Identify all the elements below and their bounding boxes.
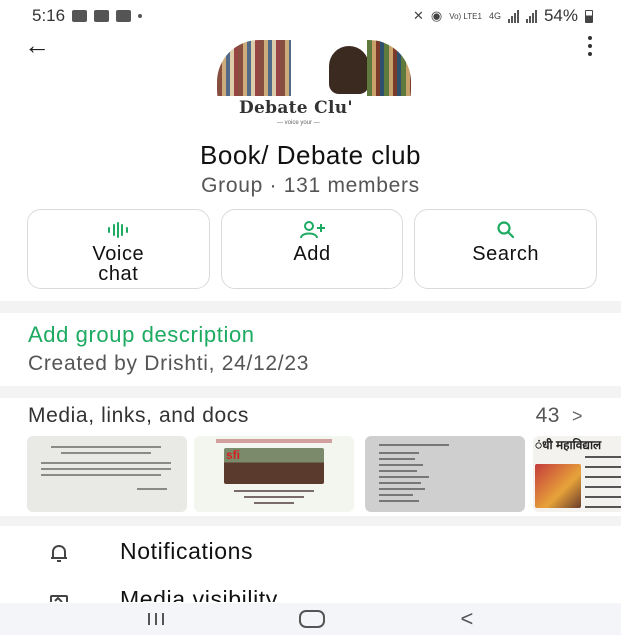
sfi-badge: sfi (226, 448, 241, 462)
section-divider (0, 516, 621, 526)
network-type-label: 4G (488, 11, 501, 21)
voice-wave-icon (106, 220, 130, 240)
status-right: ✕ ◉ Vo) LTE1 4G 54% (413, 6, 593, 26)
add-label: Add (293, 243, 331, 265)
created-by-text: Created by Drishti, 24/12/23 (28, 352, 310, 375)
section-divider (0, 386, 621, 398)
volte-label: Vo) LTE1 (449, 11, 482, 21)
media-thumbnail[interactable]: sfi (194, 436, 354, 512)
media-visibility-label: Media visibility (120, 586, 278, 602)
signal-icon (507, 9, 519, 23)
system-navigation-bar: < (0, 603, 621, 635)
wifi-calling-icon: ◉ (430, 8, 443, 23)
status-time: 5:16 (32, 6, 66, 25)
nav-back-icon[interactable]: < (460, 608, 473, 630)
battery-icon (585, 9, 593, 23)
add-member-button[interactable]: Add (220, 209, 404, 289)
chevron-right-icon: > (571, 405, 583, 426)
search-button[interactable]: Search (414, 209, 598, 289)
search-label: Search (472, 243, 540, 265)
notifications-row[interactable]: Notifications (0, 532, 621, 572)
battery-percent: 54% (543, 6, 578, 25)
recent-apps-icon[interactable] (147, 613, 164, 625)
group-member-count: Group · 131 members (201, 174, 420, 197)
home-icon[interactable] (299, 610, 326, 628)
message-notification-icon (72, 10, 88, 22)
gallery-notification-icon (94, 10, 110, 22)
mute-icon: ✕ (412, 8, 424, 23)
voice-chat-button[interactable]: Voice chat (27, 209, 210, 289)
group-name[interactable]: Book/ Debate club (0, 140, 621, 171)
add-group-description-link[interactable]: Add group description (28, 322, 255, 348)
media-thumbnail[interactable] (27, 436, 187, 512)
avatar-bookshelf-right (367, 40, 411, 96)
avatar-bookshelf-left (217, 40, 291, 96)
signal-2-icon (525, 9, 537, 23)
notifications-label: Notifications (120, 538, 254, 564)
image-icon (48, 590, 70, 602)
action-buttons: Voice chat Add Search (27, 209, 598, 289)
bell-icon (48, 542, 70, 564)
avatar-logo-subtitle: — voice your — (277, 120, 320, 126)
add-person-icon (299, 220, 325, 240)
group-avatar[interactable]: Debate Clu' — voice your — (217, 40, 411, 132)
media-thumbnails: sfi ंधी महाविद्याल (27, 436, 621, 512)
section-divider (0, 301, 621, 313)
more-options-icon[interactable] (585, 36, 595, 56)
status-bar: 5:16 ✕ ◉ Vo) LTE1 4G 54% (0, 0, 621, 32)
avatar-logo-text: Debate Clu' (239, 98, 353, 118)
status-left: 5:16 (32, 6, 143, 26)
media-thumbnail[interactable]: ंधी महाविद्याल (533, 436, 621, 512)
media-thumbnail[interactable] (365, 436, 525, 512)
voice-chat-label: Voice chat (92, 243, 145, 285)
media-visibility-row[interactable]: Media visibility (0, 580, 621, 602)
back-arrow-icon[interactable]: ← (24, 32, 58, 59)
avatar-person (329, 46, 369, 94)
media-links-docs-heading[interactable]: Media, links, and docs (28, 404, 249, 428)
hindi-newspaper-title: ंधी महाविद्याल (535, 438, 602, 452)
media-count: 43 (535, 404, 560, 427)
more-notifications-icon (138, 14, 143, 18)
media-count-link[interactable]: 43 > (536, 404, 583, 428)
pdf-notification-icon (116, 10, 132, 22)
search-icon (496, 220, 516, 240)
